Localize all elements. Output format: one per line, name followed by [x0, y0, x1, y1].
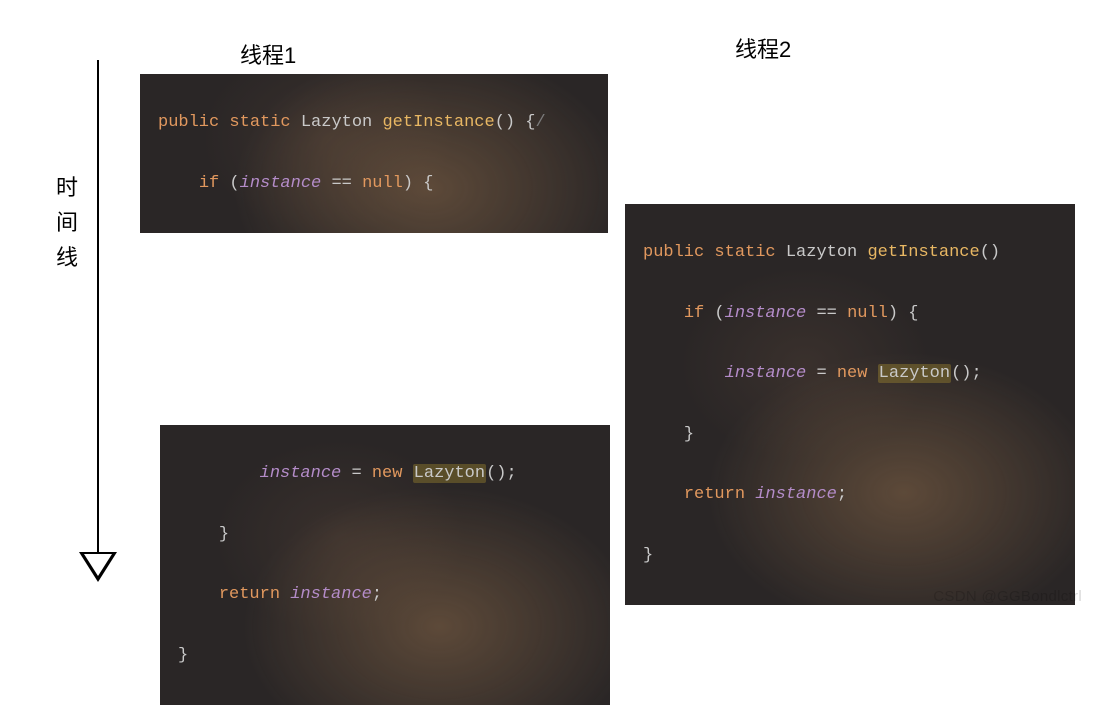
timeline-arrow — [68, 60, 128, 585]
method-getinstance: getInstance — [867, 243, 979, 262]
paren-close: ) — [403, 174, 413, 193]
paren-close: ) — [888, 304, 898, 323]
paren-open: ( — [951, 364, 961, 383]
paren-open: ( — [486, 464, 496, 483]
type-lazyton: Lazyton — [786, 243, 857, 262]
ident-instance: instance — [260, 464, 342, 483]
code-snippet-thread2: public static Lazyton getInstance() if (… — [625, 204, 1075, 605]
brace-open: { — [423, 174, 433, 193]
brace-close: } — [219, 525, 229, 544]
brace-close: } — [178, 646, 188, 665]
brace-open: { — [908, 304, 918, 323]
paren-close: ) — [990, 243, 1000, 262]
code-snippet-thread1-top: public static Lazyton getInstance() {/ i… — [140, 74, 608, 233]
paren-close: ) — [961, 364, 971, 383]
paren-open: ( — [714, 304, 724, 323]
timeline-axis-label: 时 间 线 — [55, 170, 79, 276]
paren-open: ( — [495, 113, 505, 132]
paren-open: ( — [229, 174, 239, 193]
kw-public: public — [643, 243, 704, 262]
kw-null: null — [362, 174, 403, 193]
method-getinstance: getInstance — [382, 113, 494, 132]
arrow-shaft — [97, 60, 99, 560]
brace-close: } — [643, 546, 653, 565]
arrow-head-icon — [79, 552, 117, 582]
column-header-thread2: 线程2 — [735, 32, 791, 64]
ident-instance: instance — [725, 304, 807, 323]
watermark-text: CSDN @GGBondlctrl — [933, 588, 1082, 605]
semicolon: ; — [837, 485, 847, 504]
op-eq: == — [816, 304, 836, 323]
kw-public: public — [158, 113, 219, 132]
semicolon: ; — [507, 464, 517, 483]
type-lazyton: Lazyton — [413, 464, 486, 483]
code-snippet-thread1-bottom: instance = new Lazyton(); } return insta… — [160, 425, 610, 705]
column-header-thread1: 线程1 — [240, 38, 296, 70]
kw-static: static — [714, 243, 775, 262]
kw-null: null — [847, 304, 888, 323]
ident-instance: instance — [755, 485, 837, 504]
paren-close: ) — [505, 113, 515, 132]
kw-static: static — [229, 113, 290, 132]
ident-instance: instance — [240, 174, 322, 193]
brace-close: } — [684, 425, 694, 444]
op-assign: = — [816, 364, 826, 383]
semicolon: ; — [972, 364, 982, 383]
kw-if: if — [684, 304, 704, 323]
ident-instance: instance — [725, 364, 807, 383]
op-assign: = — [351, 464, 361, 483]
kw-new: new — [372, 464, 403, 483]
type-lazyton: Lazyton — [878, 364, 951, 383]
ident-instance: instance — [290, 585, 372, 604]
kw-new: new — [837, 364, 868, 383]
op-eq: == — [331, 174, 351, 193]
paren-close: ) — [496, 464, 506, 483]
slash: / — [536, 113, 546, 132]
semicolon: ; — [372, 585, 382, 604]
brace-open: { — [525, 113, 535, 132]
type-lazyton: Lazyton — [301, 113, 372, 132]
paren-open: ( — [980, 243, 990, 262]
kw-if: if — [199, 174, 219, 193]
kw-return: return — [219, 585, 280, 604]
kw-return: return — [684, 485, 745, 504]
